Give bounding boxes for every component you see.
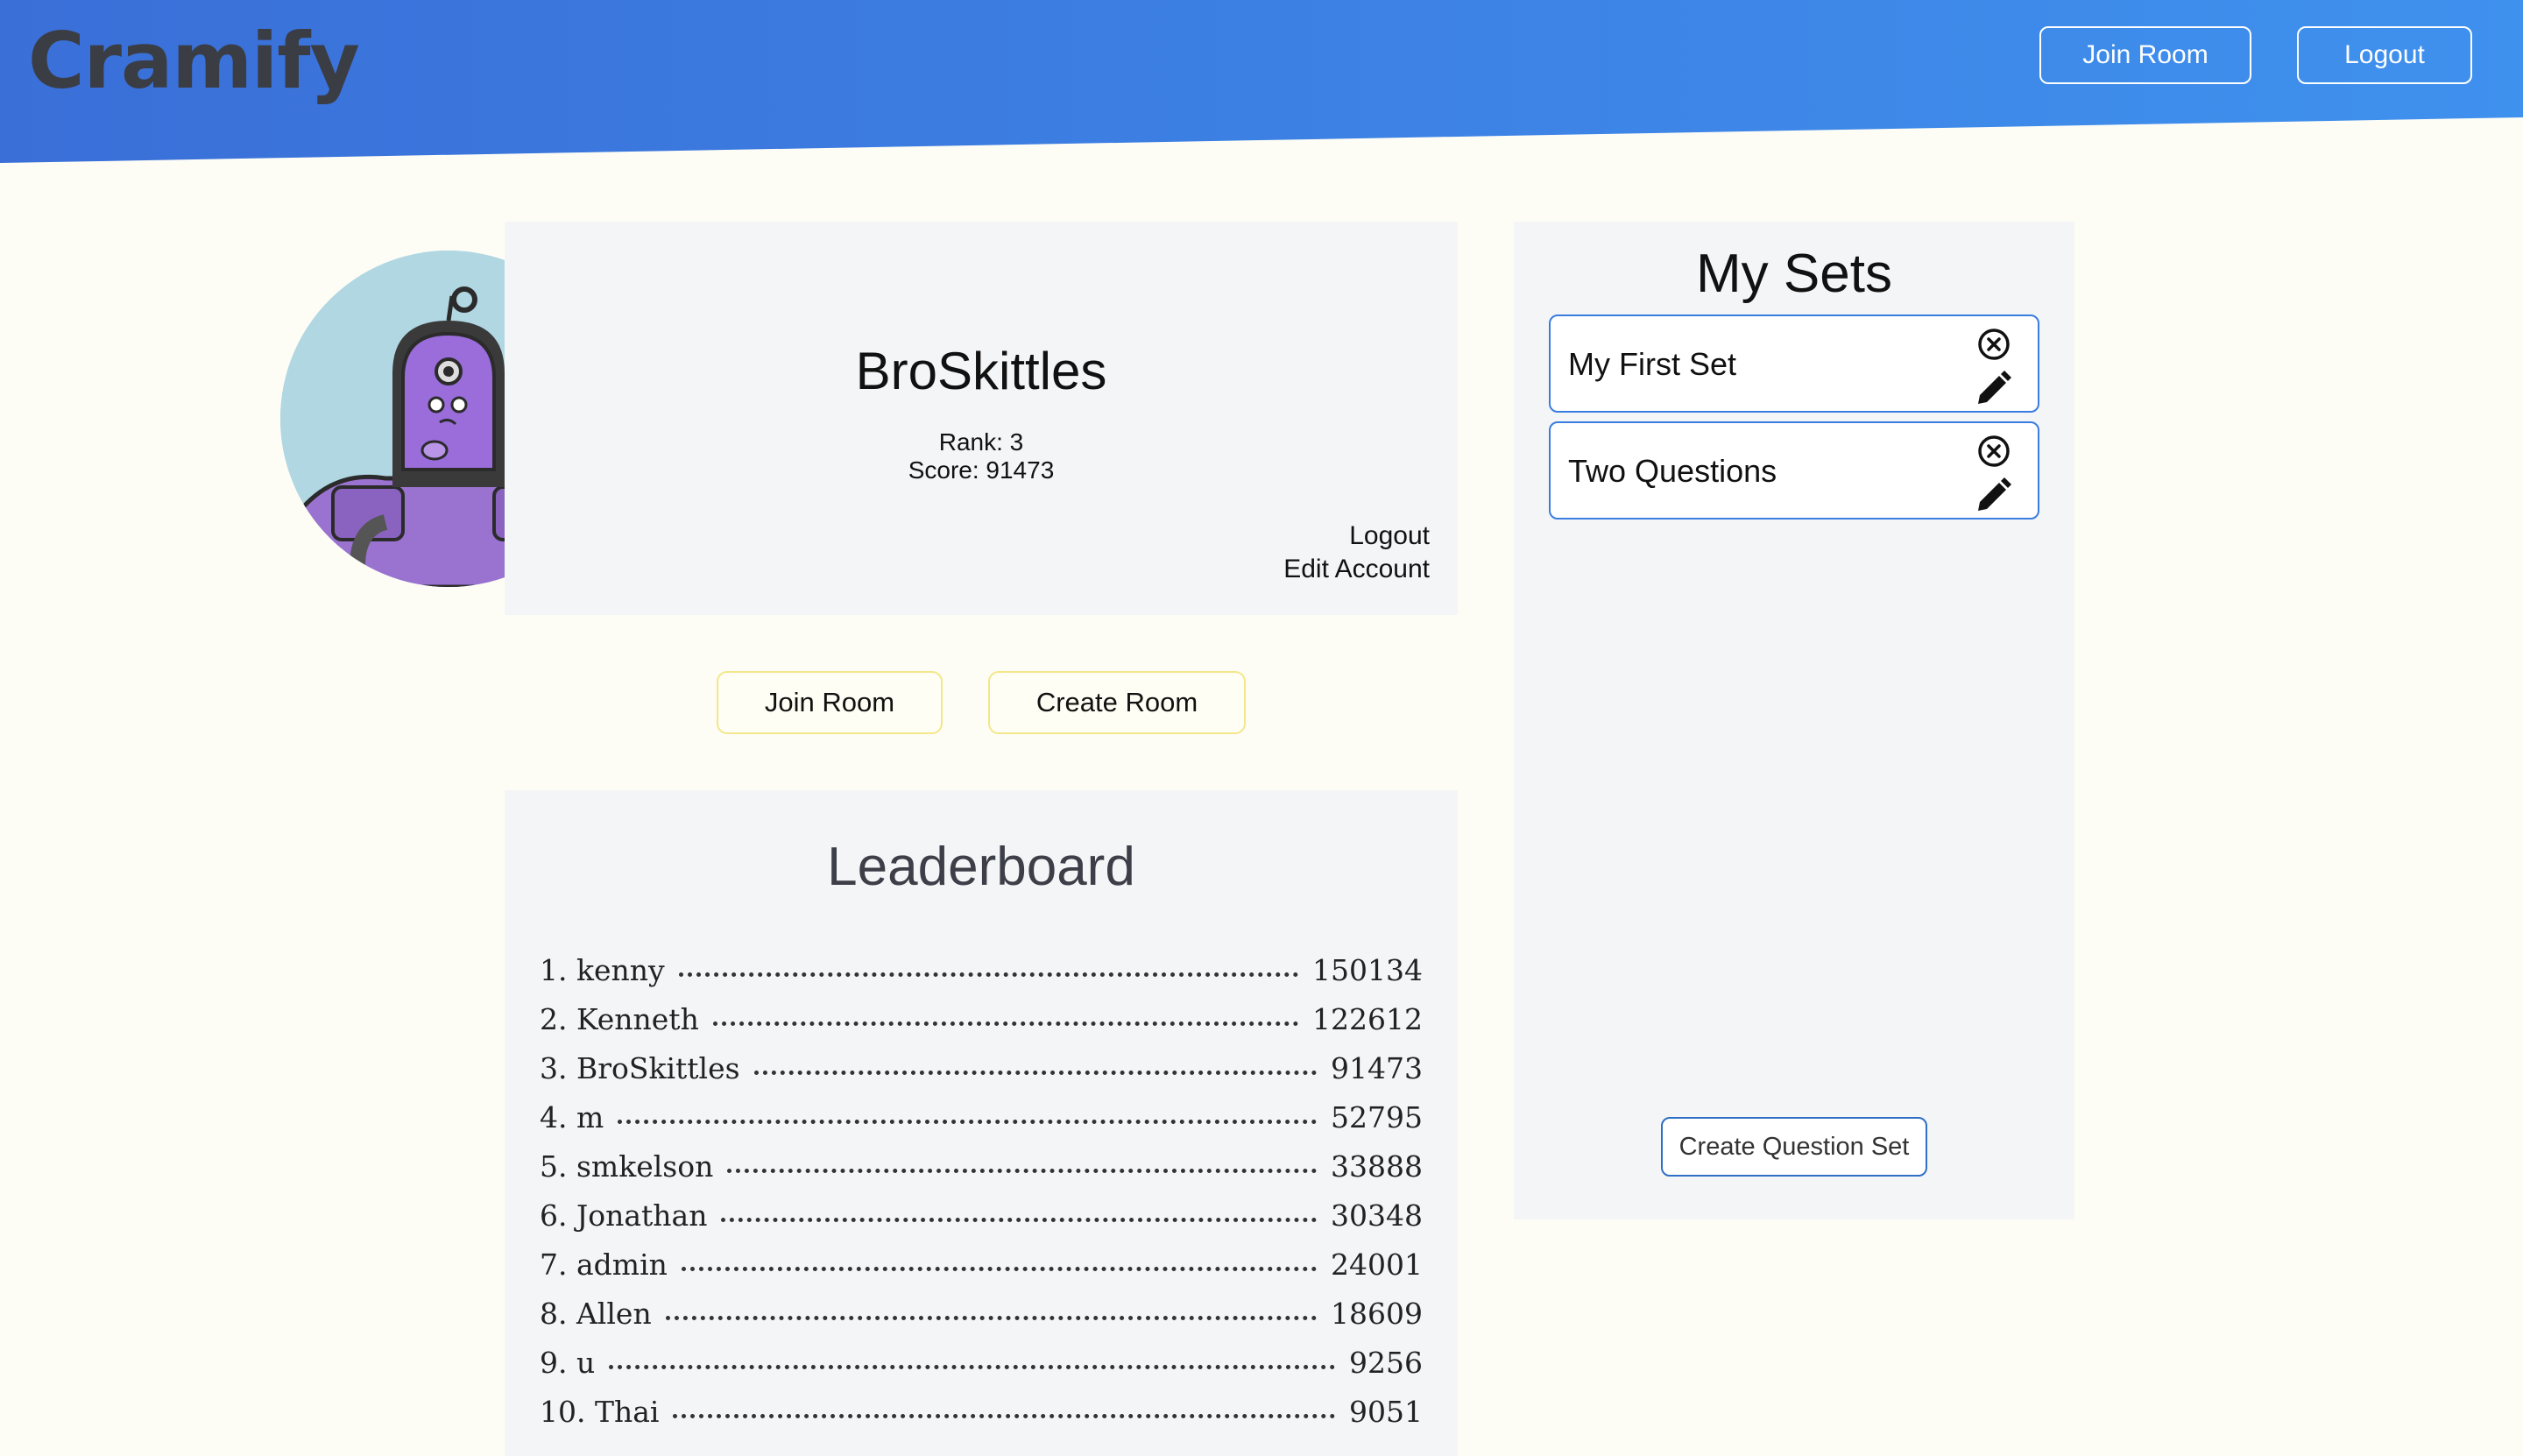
dotted-leader: [727, 1169, 1318, 1173]
leaderboard-name: 2. Kenneth: [540, 1002, 699, 1036]
leaderboard-row: 9. u 9256: [540, 1346, 1423, 1395]
circle-x-icon[interactable]: [1976, 327, 2011, 362]
leaderboard-score: 9051: [1349, 1395, 1423, 1429]
app-logo[interactable]: Cramify: [28, 16, 360, 106]
dotted-leader: [665, 1316, 1318, 1320]
dotted-leader: [609, 1365, 1336, 1369]
leaderboard-score: 91473: [1331, 1051, 1423, 1085]
header-join-room-button[interactable]: Join Room: [2039, 26, 2251, 84]
set-label[interactable]: My First Set: [1568, 346, 1736, 383]
leaderboard-row: 1. kenny 150134: [540, 953, 1423, 1002]
leaderboard-row: 8. Allen 18609: [540, 1297, 1423, 1346]
leaderboard-title: Leaderboard: [827, 837, 1135, 897]
leaderboard-name: 4. m: [540, 1100, 604, 1134]
leaderboard-list: 1. kenny 150134 2. Kenneth 122612 3. Bro…: [540, 953, 1423, 1444]
create-room-button[interactable]: Create Room: [988, 671, 1246, 734]
set-item[interactable]: Two Questions: [1549, 421, 2039, 519]
leaderboard-name: 8. Allen: [540, 1297, 652, 1331]
set-label[interactable]: Two Questions: [1568, 453, 1777, 490]
username: BroSkittles: [855, 342, 1107, 400]
create-question-set-button[interactable]: Create Question Set: [1661, 1117, 1927, 1177]
leaderboard-score: 122612: [1312, 1002, 1423, 1036]
my-sets-title: My Sets: [1696, 244, 1892, 304]
leaderboard-row: 3. BroSkittles 91473: [540, 1051, 1423, 1100]
leaderboard-name: 5. smkelson: [540, 1149, 714, 1184]
leaderboard-row: 4. m 52795: [540, 1100, 1423, 1149]
leaderboard-row: 6. Jonathan 30348: [540, 1198, 1423, 1247]
score-text: Score: 91473: [908, 456, 1055, 484]
dotted-leader: [618, 1120, 1318, 1124]
pencil-icon[interactable]: [1975, 477, 2011, 514]
profile-card: BroSkittles Rank: 3 Score: 91473 Logout …: [505, 222, 1458, 615]
leaderboard-card: Leaderboard 1. kenny 150134 2. Kenneth 1…: [505, 790, 1458, 1456]
dotted-leader: [673, 1414, 1336, 1418]
leaderboard-score: 52795: [1331, 1100, 1423, 1134]
pencil-icon[interactable]: [1975, 371, 2011, 407]
dotted-leader: [678, 972, 1299, 977]
join-room-button[interactable]: Join Room: [717, 671, 943, 734]
profile-logout-link[interactable]: Logout: [1349, 521, 1430, 551]
leaderboard-score: 24001: [1331, 1247, 1423, 1282]
leaderboard-name: 10. Thai: [540, 1395, 660, 1429]
dotted-leader: [721, 1218, 1318, 1222]
leaderboard-row: 5. smkelson 33888: [540, 1149, 1423, 1198]
leaderboard-name: 1. kenny: [540, 953, 665, 987]
leaderboard-score: 30348: [1331, 1198, 1423, 1233]
header-logout-button[interactable]: Logout: [2297, 26, 2472, 84]
dotted-leader: [712, 1021, 1299, 1026]
leaderboard-name: 3. BroSkittles: [540, 1051, 740, 1085]
set-item[interactable]: My First Set: [1549, 315, 2039, 413]
leaderboard-score: 9256: [1349, 1346, 1423, 1380]
dotted-leader: [681, 1267, 1318, 1271]
my-sets-card: My Sets My First Set Two Questions Creat…: [1514, 222, 2074, 1219]
leaderboard-name: 7. admin: [540, 1247, 668, 1282]
leaderboard-row: 7. admin 24001: [540, 1247, 1423, 1297]
dotted-leader: [753, 1071, 1318, 1075]
rank-text: Rank: 3: [938, 428, 1024, 456]
leaderboard-score: 18609: [1331, 1297, 1423, 1331]
edit-account-link[interactable]: Edit Account: [1283, 555, 1430, 584]
leaderboard-score: 33888: [1331, 1149, 1423, 1184]
circle-x-icon[interactable]: [1976, 434, 2011, 469]
leaderboard-score: 150134: [1312, 953, 1423, 987]
leaderboard-name: 9. u: [540, 1346, 596, 1380]
leaderboard-name: 6. Jonathan: [540, 1198, 708, 1233]
leaderboard-row: 2. Kenneth 122612: [540, 1002, 1423, 1051]
